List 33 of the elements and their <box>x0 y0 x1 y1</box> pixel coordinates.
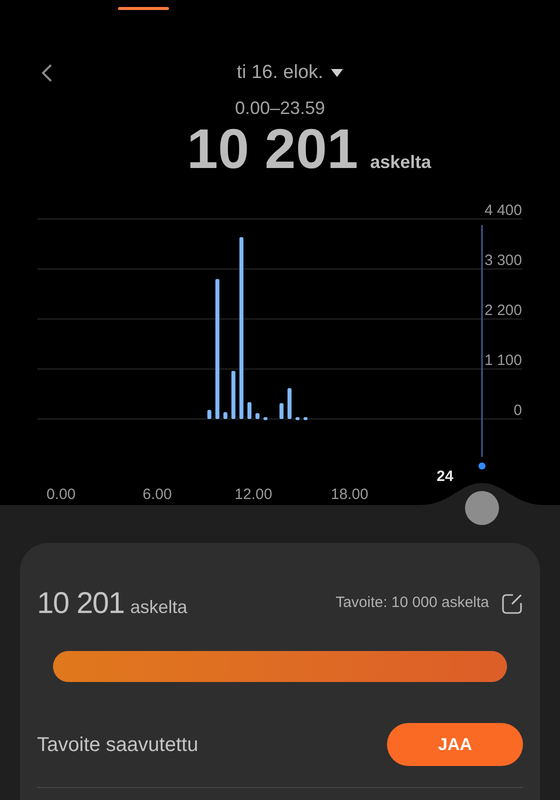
bar <box>263 417 268 420</box>
bar <box>304 417 308 420</box>
step-unit: askelta <box>130 596 188 619</box>
caret-icon <box>331 68 344 78</box>
tab-indicator <box>118 7 169 10</box>
edit-icon[interactable] <box>501 592 523 614</box>
x-tick-label: 12.00 <box>234 486 272 503</box>
y-tick-label: 3 300 <box>484 252 522 269</box>
step-total: 10 201 <box>37 586 124 622</box>
cursor-dot <box>478 462 486 470</box>
step-unit: askelta <box>370 151 432 174</box>
bar <box>223 412 228 419</box>
bar <box>247 402 252 419</box>
x-tick-label: 6.00 <box>142 486 172 503</box>
bar <box>280 403 284 419</box>
y-tick-label: 4 400 <box>484 202 522 219</box>
goal-text: Tavoite: 10 000 askelta <box>336 593 489 614</box>
cursor-label: 24 <box>436 468 454 485</box>
y-tick-label: 0 <box>514 402 522 419</box>
bar <box>296 417 300 420</box>
date-dropdown[interactable]: ti 16. elok. <box>216 58 344 88</box>
bar <box>231 370 236 419</box>
y-tick-label: 2 200 <box>484 302 522 319</box>
goal-status: Tavoite saavutettu <box>37 732 198 758</box>
bar <box>255 413 260 419</box>
bar <box>288 388 292 419</box>
time-range: 0.00–23.59 <box>234 97 326 119</box>
bar <box>207 410 212 419</box>
step-total: 10 201 <box>186 117 358 181</box>
back-icon[interactable] <box>41 64 53 82</box>
y-tick-label: 1 100 <box>484 352 522 369</box>
x-tick-label: 18.00 <box>330 486 368 503</box>
x-tick-label: 0.00 <box>46 486 76 503</box>
